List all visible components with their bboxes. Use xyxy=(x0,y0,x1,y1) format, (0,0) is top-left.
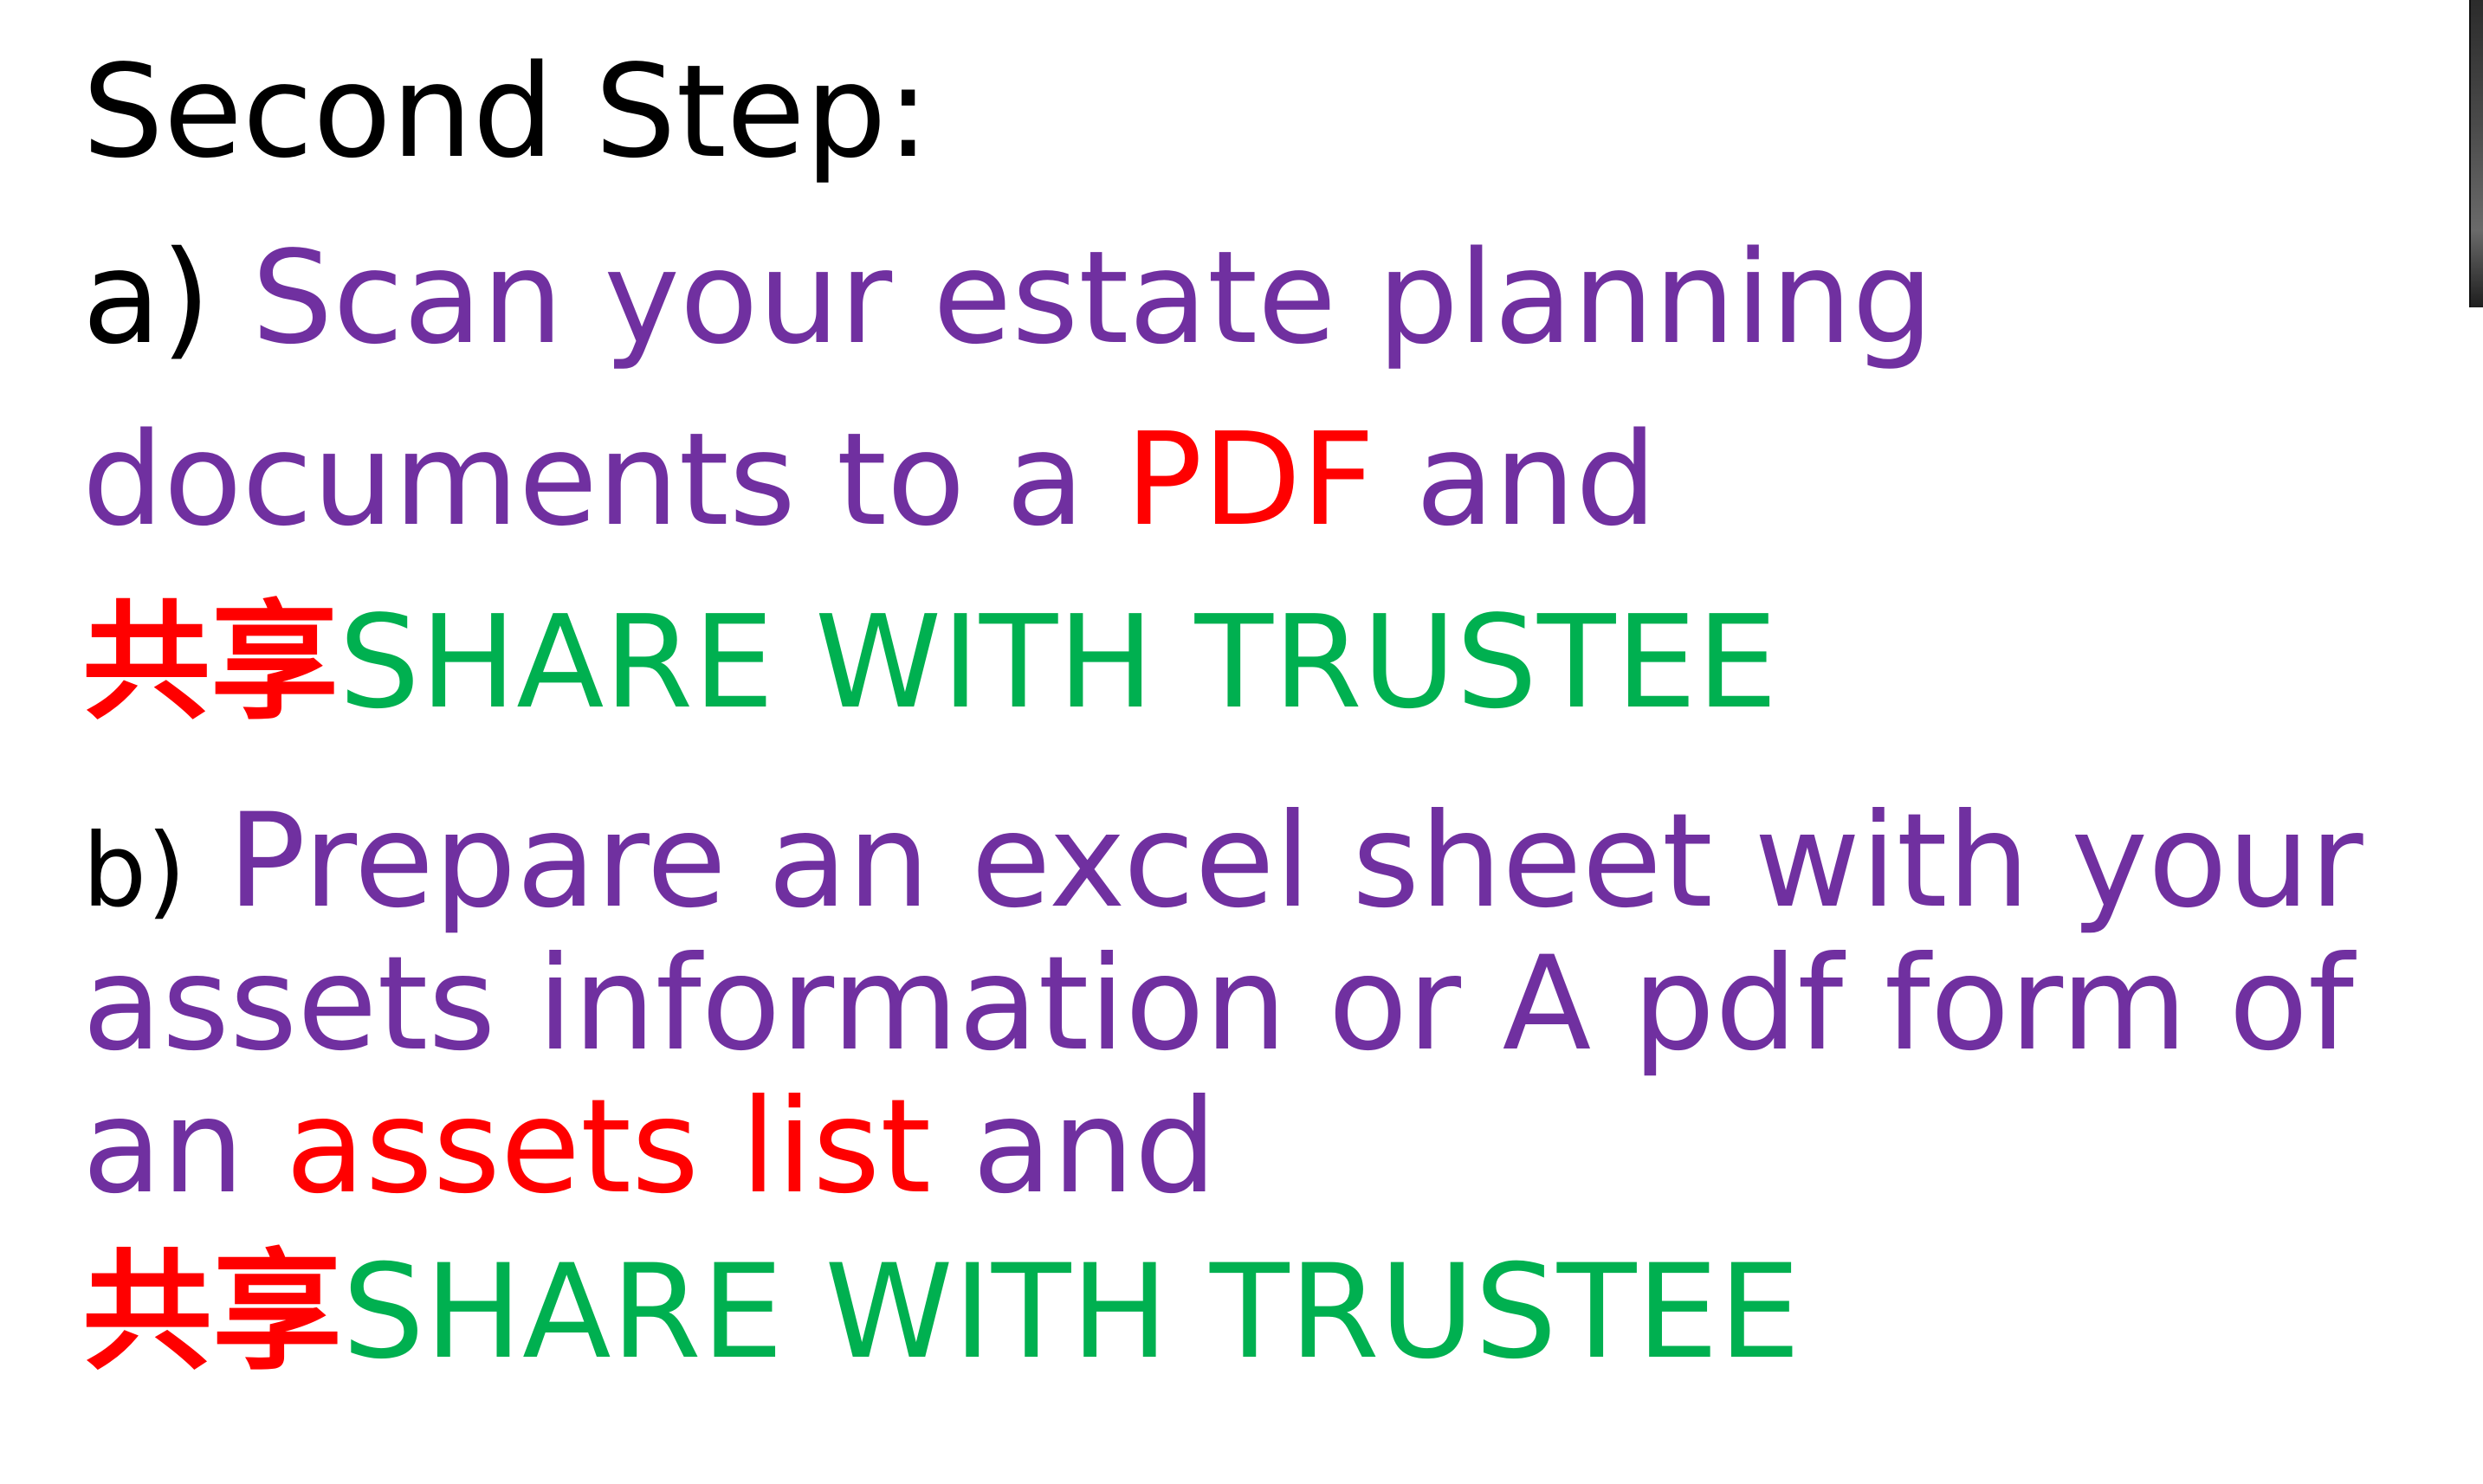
item-b-line-3: an assets list and xyxy=(82,1082,1217,1212)
item-b-text-3-lead: an xyxy=(82,1072,244,1223)
item-a-text-1: Scan your estate planning xyxy=(251,223,1934,372)
video-thumbnail-icon[interactable] xyxy=(2469,0,2483,307)
item-b-line-4: 共享SHARE WITH TRUSTEE xyxy=(82,1247,1801,1378)
item-b-share-with-trustee: SHARE WITH TRUSTEE xyxy=(342,1237,1801,1388)
item-a-share-with-trustee: SHARE WITH TRUSTEE xyxy=(339,588,1778,737)
item-b-line-1: b) Prepare an excel sheet with your xyxy=(82,797,2363,926)
item-a-highlight-pdf: PDF xyxy=(1125,405,1375,554)
title-text: Second Step: xyxy=(82,37,930,186)
slide-title: Second Step: xyxy=(82,48,930,176)
item-a-line-1: a) Scan your estate planning xyxy=(82,234,1933,362)
item-b-text-3-tail: and xyxy=(972,1072,1218,1223)
item-b-text-2: assets information or A pdf form of xyxy=(82,929,2354,1080)
slide: Second Step: a) Scan your estate plannin… xyxy=(0,0,2483,1484)
item-b-line-2: assets information or A pdf form of xyxy=(82,939,2354,1069)
item-a-cjk-share: 共享 xyxy=(82,586,339,737)
item-b-cjk-share: 共享 xyxy=(82,1236,343,1388)
item-a-line-2: documents to a PDF and xyxy=(82,416,1657,544)
item-a-text-2: documents to a xyxy=(82,405,1085,554)
item-a-line-3: 共享SHARE WITH TRUSTEE xyxy=(82,597,1778,726)
item-b-highlight-assets-list: assets list xyxy=(285,1072,932,1223)
item-b-text-1: Prepare an excel sheet with your xyxy=(227,786,2363,937)
item-b-marker: b) xyxy=(82,811,186,930)
item-a-text-2-tail: and xyxy=(1415,405,1658,554)
item-a-marker: a) xyxy=(82,223,211,372)
